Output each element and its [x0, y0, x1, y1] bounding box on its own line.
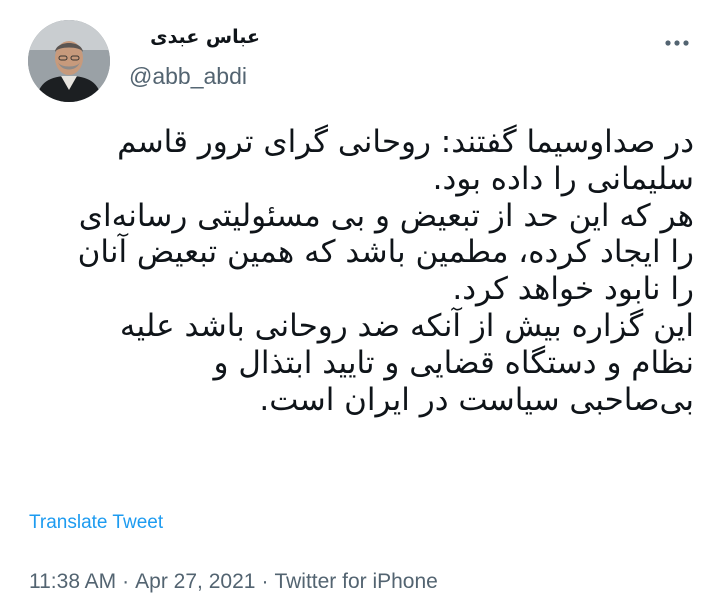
- translate-tweet-link[interactable]: Translate Tweet: [29, 512, 163, 534]
- avatar[interactable]: [28, 20, 110, 102]
- meta-separator: ·: [122, 570, 130, 593]
- author-handle[interactable]: @abb_abdi: [129, 63, 247, 90]
- tweet-line: در صداوسیما گفتند: روحانی گرای ترور قاسم: [117, 124, 694, 160]
- tweet-date[interactable]: Apr 27, 2021: [135, 570, 255, 593]
- tweet-source[interactable]: Twitter for iPhone: [274, 570, 437, 593]
- author-display-name[interactable]: عباس عبدی: [130, 26, 260, 48]
- tweet-line: بی‌صاحبی سیاست در ایران است.: [259, 381, 694, 418]
- more-horizontal-icon[interactable]: [664, 34, 690, 46]
- tweet-text: در صداوسیما گفتند: روحانی گرای ترور قاسم…: [26, 124, 694, 418]
- tweet-line: را نابود خواهد کرد.: [452, 271, 694, 308]
- profile-photo: [28, 20, 110, 102]
- tweet-line: را ایجاد کرده، مطمین باشد که همین تبعیض …: [77, 234, 694, 271]
- meta-separator: ·: [261, 570, 269, 593]
- tweet-line: نظام و دستگاه قضایی و تایید ابتذال و: [213, 344, 694, 381]
- tweet-line: سلیمانی را داده بود.: [432, 160, 694, 197]
- tweet-time[interactable]: 11:38 AM: [29, 570, 116, 593]
- tweet-line: این گزاره بیش از آنکه ضد روحانی باشد علی…: [119, 307, 694, 344]
- tweet-metadata: 11:38 AM · Apr 27, 2021 · Twitter for iPhone: [29, 570, 438, 594]
- tweet-line: هر که این حد از تبعیض و بی مسئولیتی رسان…: [78, 197, 694, 234]
